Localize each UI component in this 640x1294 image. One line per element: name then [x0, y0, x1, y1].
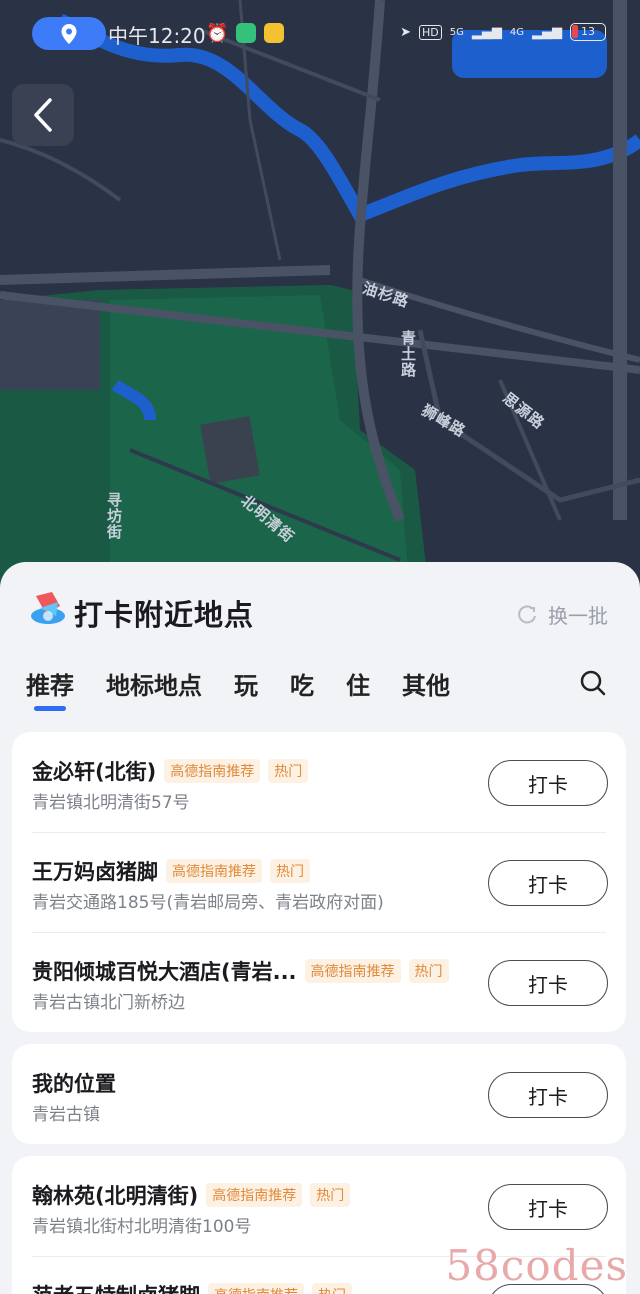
- battery-level: 13: [581, 25, 595, 38]
- tab-landmarks[interactable]: 地标地点: [106, 666, 202, 701]
- checkin-button[interactable]: 打卡: [488, 760, 608, 806]
- place-address: 青岩古镇北门新桥边: [32, 993, 185, 1013]
- tab-eat[interactable]: 吃: [290, 666, 314, 701]
- status-bar: 中午12:20 ⏰ ➤ HD 5G ▂▄▆ 4G ▂▄▆ 13: [0, 0, 640, 68]
- road-label: 寻坊街: [105, 492, 123, 540]
- place-name: 金必轩(北街): [32, 760, 157, 784]
- refresh-button[interactable]: 换一批: [516, 600, 608, 629]
- weibo-icon: [264, 23, 284, 43]
- list-item[interactable]: 金必轩(北街) 高德指南推荐 热门 青岩镇北明清街57号 打卡: [12, 732, 626, 832]
- tag-guide: 高德指南推荐: [206, 1183, 303, 1207]
- road-label: 青土路: [399, 330, 417, 378]
- refresh-label: 换一批: [548, 604, 608, 628]
- list-item[interactable]: 我的位置 青岩古镇 打卡: [12, 1044, 626, 1144]
- tag-hot: 热门: [268, 759, 309, 783]
- amap-logo-icon: [31, 592, 65, 624]
- category-tabs: 推荐 地标地点 玩 吃 住 其他: [26, 666, 482, 711]
- tag-guide: 高德指南推荐: [304, 959, 401, 983]
- list-item[interactable]: 贵阳倾城百悦大酒店(青岩... 高德指南推荐 热门 青岩古镇北门新桥边 打卡: [12, 932, 626, 1032]
- place-name: 翰林苑(北明清街): [32, 1184, 199, 1208]
- place-name: 王万妈卤猪脚: [32, 860, 158, 884]
- status-right-group: ➤ HD 5G ▂▄▆ 4G ▂▄▆ 13: [400, 23, 606, 41]
- tag-guide: 高德指南推荐: [166, 859, 262, 883]
- network-5g: 5G: [449, 26, 464, 38]
- signal-icon: ▂▄▆: [471, 24, 502, 40]
- hd-badge: HD: [419, 24, 442, 40]
- back-button[interactable]: [12, 84, 74, 146]
- location-pin-icon: [61, 23, 77, 44]
- place-name: 范老五特制卤猪脚: [32, 1280, 200, 1294]
- tag-hot: 热门: [270, 859, 310, 883]
- list-item[interactable]: 王万妈卤猪脚 高德指南推荐 热门 青岩交通路185号(青岩邮局旁、青岩政府对面)…: [12, 832, 626, 932]
- checkin-button[interactable]: 打卡: [488, 1184, 608, 1230]
- place-address: 青岩镇北街村北明清街100号: [32, 1217, 252, 1237]
- refresh-icon: [518, 604, 536, 623]
- tag-hot: 热门: [408, 959, 449, 983]
- location-pill[interactable]: [32, 17, 106, 50]
- checkin-button[interactable]: 打卡: [488, 860, 608, 906]
- checkin-button[interactable]: 打卡: [488, 960, 608, 1006]
- places-card: 金必轩(北街) 高德指南推荐 热门 青岩镇北明清街57号 打卡 王万妈卤猪脚 高…: [12, 732, 626, 1032]
- sheet-header: 打卡附近地点 换一批 推荐 地标地点 玩 吃 住 其他: [0, 562, 640, 732]
- battery-icon: 13: [570, 23, 606, 41]
- sheet-title: 打卡附近地点: [74, 598, 255, 632]
- chevron-left-icon: [34, 98, 52, 132]
- signal-icon: ▂▄▆: [532, 24, 562, 40]
- navigation-arrow-icon: ➤: [400, 24, 411, 40]
- shield-app-icon: [236, 23, 256, 43]
- place-address: 青岩古镇: [32, 1105, 100, 1125]
- search-icon[interactable]: [576, 666, 610, 700]
- tab-stay[interactable]: 住: [346, 666, 370, 701]
- place-address: 青岩镇北明清街57号: [32, 793, 190, 813]
- tag-guide: 高德指南推荐: [164, 759, 261, 783]
- map-view[interactable]: 油杉路 青土路 狮峰路 思源路 寻坊街 北明清街: [0, 0, 640, 600]
- tag-guide: 高德指南推荐: [208, 1283, 304, 1294]
- tag-hot: 热门: [310, 1183, 351, 1207]
- alarm-icon: ⏰: [206, 23, 229, 44]
- checkin-button[interactable]: 打卡: [488, 1072, 608, 1118]
- place-name: 贵阳倾城百悦大酒店(青岩...: [32, 960, 297, 984]
- tag-hot: 热门: [312, 1283, 352, 1294]
- network-4g: 4G: [509, 26, 524, 38]
- watermark: 58codes: [445, 1241, 628, 1290]
- status-time: 中午12:20: [108, 24, 206, 48]
- place-name: 我的位置: [32, 1072, 116, 1096]
- map-canvas: [0, 0, 640, 600]
- tab-recommend[interactable]: 推荐: [26, 666, 74, 711]
- tab-play[interactable]: 玩: [234, 666, 258, 701]
- place-address: 青岩交通路185号(青岩邮局旁、青岩政府对面): [32, 893, 384, 913]
- tab-other[interactable]: 其他: [402, 666, 450, 701]
- checkin-sheet: 打卡附近地点 换一批 推荐 地标地点 玩 吃 住 其他 金必轩(北街) 高德指南…: [0, 562, 640, 1294]
- my-location-card: 我的位置 青岩古镇 打卡: [12, 1044, 626, 1144]
